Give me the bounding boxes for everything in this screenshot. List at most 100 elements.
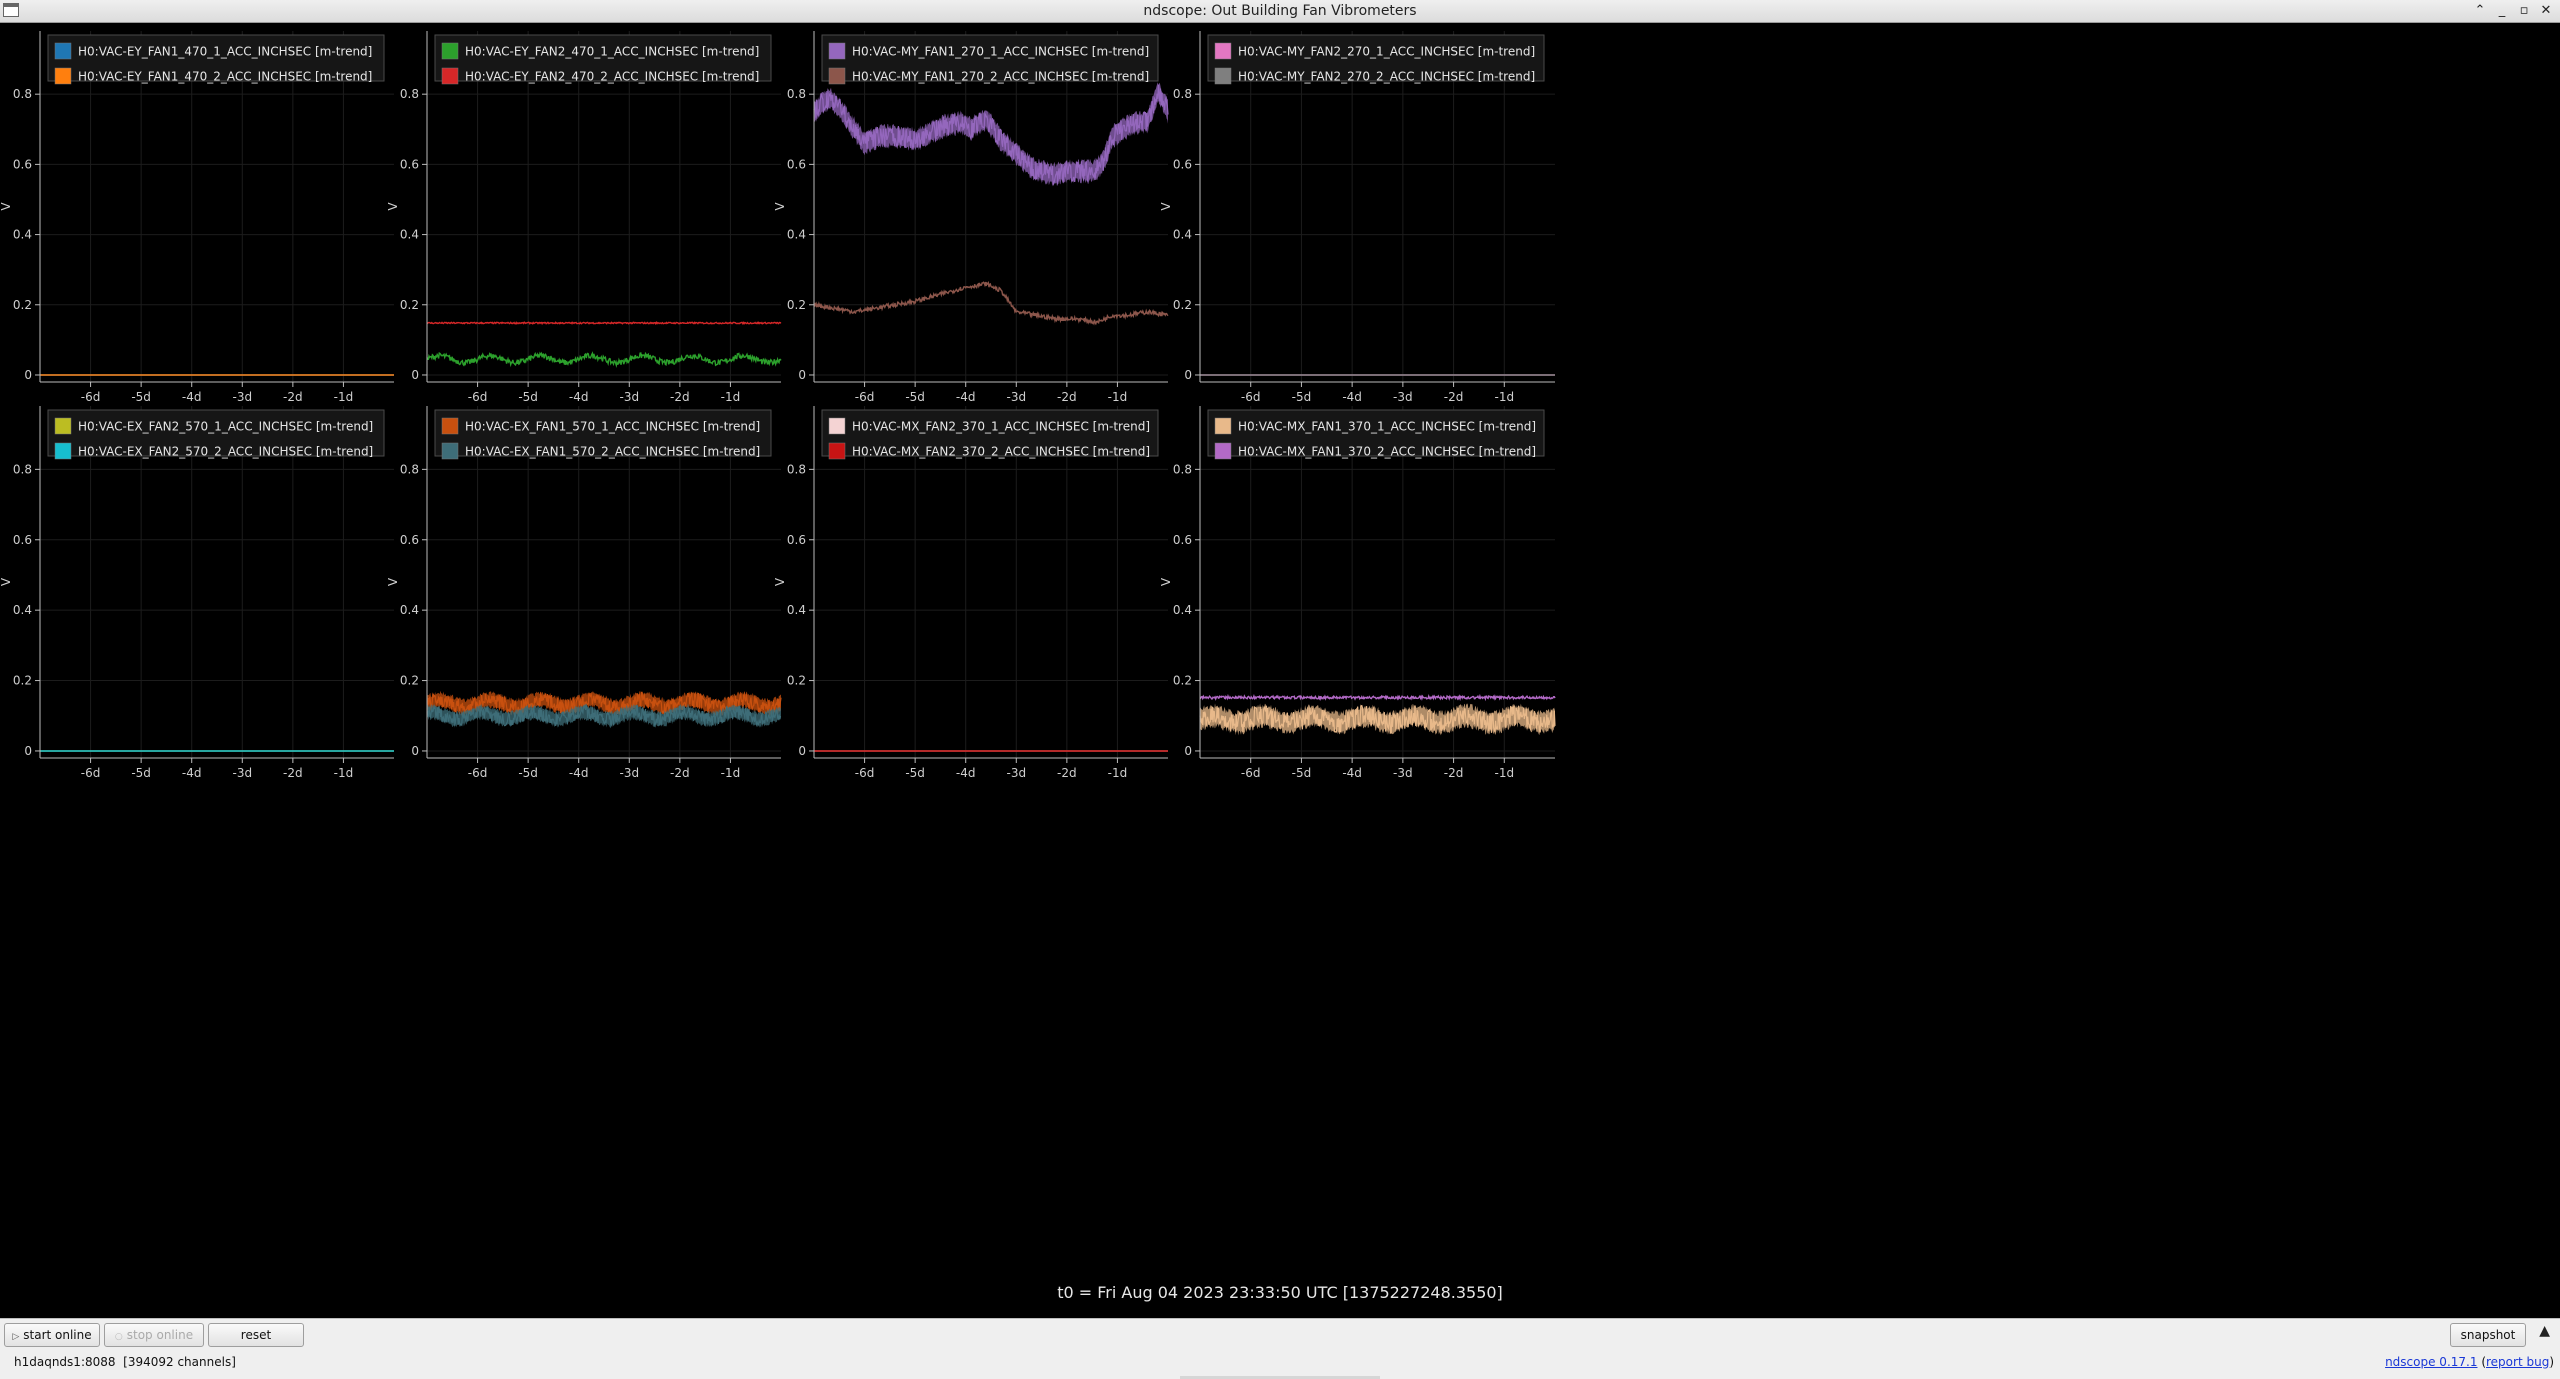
x-tick-label: -5d	[131, 390, 151, 404]
y-tick-label: 0.6	[13, 533, 32, 547]
plot-canvas[interactable]: 0 0.2 0.4 0.6 0.8 -6d -5d -4d -3d -2d -1d V H0:VAC-E…	[0, 23, 2560, 1318]
x-tick-label: -6d	[468, 390, 488, 404]
y-tick-label: 0.2	[787, 298, 806, 312]
series-line	[426, 351, 782, 369]
plot-panel: 0 0.2 0.4 0.6 0.8 -6d -5d -4d -3d -2d -1d V H0:VAC-E…	[0, 31, 394, 404]
legend-swatch	[441, 442, 459, 460]
legend-swatch	[54, 67, 72, 85]
y-tick-label: 0.4	[13, 603, 32, 617]
y-tick-label: 0	[24, 368, 32, 382]
x-tick-label: -1d	[334, 390, 354, 404]
y-tick-label: 0.4	[400, 228, 419, 242]
x-tick-label: -2d	[670, 766, 690, 780]
version-link[interactable]: ndscope 0.17.1	[2385, 1355, 2477, 1369]
legend-entry: H0:VAC-MX_FAN1_370_1_ACC_INCHSEC [m-tren…	[1238, 420, 1536, 434]
x-tick-label: -4d	[956, 766, 976, 780]
y-axis-label: V	[0, 202, 13, 211]
control-bar: ▷ start online ○ stop online reset snapsho…	[0, 1318, 2560, 1379]
report-paren-close: )	[2549, 1355, 2554, 1369]
x-tick-label: -6d	[468, 766, 488, 780]
x-tick-label: -6d	[1241, 766, 1261, 780]
collapse-arrow-icon[interactable]: ▲	[2539, 1323, 2550, 1339]
start-online-label: start online	[23, 1328, 92, 1342]
x-tick-label: -4d	[1342, 390, 1362, 404]
legend-swatch	[1214, 417, 1232, 435]
x-tick-label: -6d	[81, 766, 101, 780]
y-tick-label: 0.2	[13, 298, 32, 312]
x-tick-label: -5d	[1292, 390, 1312, 404]
series-line	[426, 321, 782, 326]
plot-panel: 0 0.2 0.4 0.6 0.8 -6d -5d -4d -3d -2d -1d V H0:VAC-M…	[773, 406, 1168, 780]
app-icon[interactable]	[3, 3, 19, 17]
x-tick-label: -3d	[1393, 390, 1413, 404]
y-tick-label: 0	[1184, 368, 1192, 382]
x-tick-label: -2d	[283, 390, 303, 404]
report-bug-link[interactable]: report bug	[2486, 1355, 2549, 1369]
x-tick-label: -5d	[518, 390, 538, 404]
y-axis-label: V	[386, 202, 400, 211]
legend-entry: H0:VAC-MY_FAN2_270_2_ACC_INCHSEC [m-tren…	[1238, 70, 1535, 84]
stop-online-label: stop online	[126, 1328, 194, 1342]
play-icon: ▷	[12, 1332, 20, 1342]
x-tick-label: -1d	[1108, 390, 1128, 404]
y-tick-label: 0.8	[1173, 462, 1192, 476]
x-tick-label: -2d	[1444, 766, 1464, 780]
y-tick-label: 0.4	[1173, 603, 1192, 617]
y-tick-label: 0	[1184, 744, 1192, 758]
x-tick-label: -5d	[131, 766, 151, 780]
y-axis-label: V	[773, 577, 787, 586]
window-titlebar[interactable]: ndscope: Out Building Fan Vibrometers ⌃ …	[0, 0, 2560, 23]
y-tick-label: 0.4	[1173, 228, 1192, 242]
plot-panel: 0 0.2 0.4 0.6 0.8 -6d -5d -4d -3d -2d -1d V H0:VAC-M…	[1159, 31, 1555, 404]
x-tick-label: -1d	[1494, 390, 1514, 404]
x-tick-label: -4d	[182, 766, 202, 780]
legend-swatch	[441, 417, 459, 435]
y-tick-label: 0.8	[13, 462, 32, 476]
x-tick-label: -6d	[81, 390, 101, 404]
y-tick-label: 0.2	[13, 674, 32, 688]
x-tick-label: -2d	[1057, 766, 1077, 780]
x-tick-label: -4d	[569, 390, 589, 404]
x-tick-label: -2d	[1444, 390, 1464, 404]
plot-panel: 0 0.2 0.4 0.6 0.8 -6d -5d -4d -3d -2d -1d V H0:VAC-M…	[773, 31, 1169, 404]
x-tick-label: -4d	[956, 390, 976, 404]
x-tick-label: -3d	[619, 766, 639, 780]
y-tick-label: 0.8	[1173, 87, 1192, 101]
y-axis-label: V	[1159, 577, 1173, 586]
x-tick-label: -6d	[855, 766, 875, 780]
t0-label: t0 = Fri Aug 04 2023 23:33:50 UTC [13752…	[1057, 1283, 1503, 1302]
snapshot-button[interactable]: snapshot	[2450, 1323, 2526, 1347]
minimize-icon[interactable]: _	[2492, 0, 2512, 22]
y-tick-label: 0.2	[787, 674, 806, 688]
legend-swatch	[441, 42, 459, 60]
y-tick-label: 0.2	[400, 674, 419, 688]
y-tick-label: 0.8	[13, 87, 32, 101]
legend-entry: H0:VAC-EY_FAN2_470_1_ACC_INCHSEC [m-tren…	[465, 45, 759, 59]
start-online-button[interactable]: ▷ start online	[4, 1323, 100, 1347]
plot-grid: 0 0.2 0.4 0.6 0.8 -6d -5d -4d -3d -2d -1d V H0:VAC-E…	[0, 23, 2560, 1318]
y-tick-label: 0.6	[1173, 157, 1192, 171]
legend-entry: H0:VAC-MY_FAN1_270_1_ACC_INCHSEC [m-tren…	[852, 45, 1149, 59]
close-icon[interactable]: ✕	[2536, 0, 2556, 22]
x-tick-label: -3d	[232, 390, 252, 404]
x-tick-label: -6d	[1241, 390, 1261, 404]
reset-button[interactable]: reset	[208, 1323, 304, 1347]
y-tick-label: 0.6	[400, 533, 419, 547]
y-axis-label: V	[1159, 202, 1173, 211]
x-tick-label: -1d	[334, 766, 354, 780]
y-tick-label: 0.4	[787, 228, 806, 242]
y-tick-label: 0.4	[400, 603, 419, 617]
plot-panel: 0 0.2 0.4 0.6 0.8 -6d -5d -4d -3d -2d -1d V H0:VAC-E…	[386, 31, 782, 404]
legend-swatch	[828, 442, 846, 460]
legend-swatch	[54, 42, 72, 60]
legend-swatch	[828, 417, 846, 435]
x-tick-label: -1d	[721, 766, 741, 780]
legend-swatch	[1214, 42, 1232, 60]
x-tick-label: -3d	[232, 766, 252, 780]
x-tick-label: -3d	[1006, 390, 1026, 404]
shade-icon[interactable]: ⌃	[2470, 0, 2490, 22]
series-line	[813, 280, 1169, 326]
maximize-icon[interactable]: ▫	[2514, 0, 2534, 22]
y-tick-label: 0	[411, 368, 419, 382]
x-tick-label: -6d	[855, 390, 875, 404]
